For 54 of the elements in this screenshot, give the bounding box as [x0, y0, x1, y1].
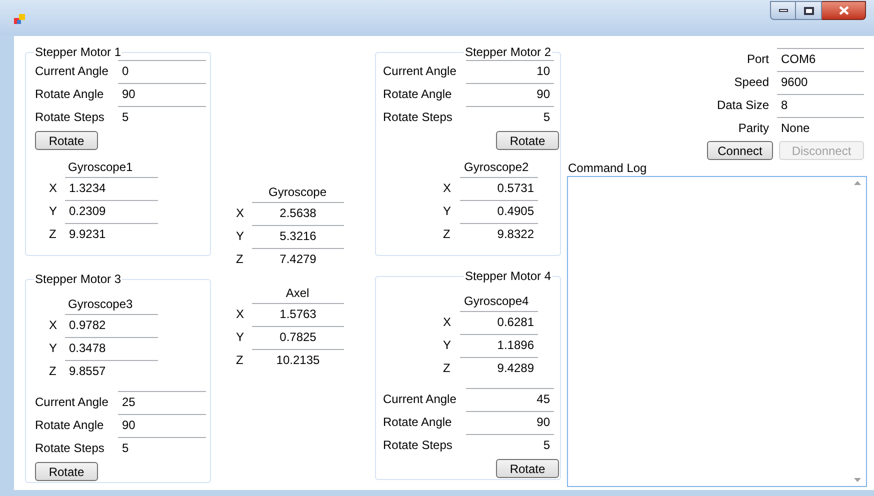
- axis-label: Z: [235, 250, 244, 268]
- command-log-label: Command Log: [567, 161, 648, 176]
- button[interactable]: Rotate: [35, 131, 98, 150]
- scroll-up-icon: [854, 181, 861, 185]
- field-label: Parity: [738, 120, 770, 136]
- gyroscope-title: Gyroscope1: [67, 159, 134, 176]
- field-label: Rotate Steps: [383, 108, 454, 126]
- button[interactable]: Rotate: [496, 131, 559, 150]
- axis-label: X: [235, 204, 246, 222]
- axis-label: X: [48, 180, 58, 196]
- field-label: Rotate Steps: [383, 436, 454, 454]
- axis-label: Y: [48, 340, 58, 356]
- axis-label: Z: [442, 226, 452, 242]
- field-label: Rotate Steps: [35, 440, 106, 456]
- gyroscope-title: Gyroscope4: [463, 293, 530, 310]
- axis-label: X: [235, 306, 246, 322]
- field-label: Data Size: [716, 96, 770, 114]
- field-label: Speed: [734, 74, 770, 90]
- field-label: Rotate Steps: [35, 108, 106, 126]
- close-icon: [838, 6, 848, 15]
- field-label: Rotate Angle: [35, 86, 105, 102]
- sensor-title: Gyroscope: [267, 184, 328, 201]
- button[interactable]: Rotate: [35, 462, 98, 481]
- field-label: Current Angle: [383, 390, 458, 408]
- axis-label: Z: [48, 226, 58, 242]
- command-log-field[interactable]: [567, 176, 867, 487]
- button[interactable]: Connect: [707, 141, 773, 160]
- minimize-button[interactable]: [770, 1, 796, 20]
- gyroscope-title: Gyroscope2: [463, 159, 530, 176]
- axis-label: X: [442, 314, 452, 330]
- field-label: Rotate Angle: [35, 416, 105, 434]
- axis-label: Y: [235, 328, 246, 346]
- gyroscope-title: Gyroscope3: [67, 296, 134, 313]
- axis-label: Y: [442, 202, 452, 220]
- axis-label: Y: [442, 336, 452, 354]
- app-icon: [14, 13, 26, 25]
- button[interactable]: Rotate: [496, 459, 559, 478]
- axis-label: Y: [235, 228, 246, 244]
- axis-label: X: [442, 180, 452, 196]
- axis-label: Y: [48, 202, 58, 220]
- field-label: Port: [746, 50, 770, 68]
- scroll-down-icon: [854, 478, 861, 482]
- axis-label: Z: [235, 352, 244, 368]
- axis-label: X: [48, 316, 58, 334]
- field-label: Current Angle: [35, 62, 110, 80]
- sensor-title: Axel: [284, 285, 310, 302]
- field-label: Current Angle: [383, 62, 458, 80]
- field-label: Rotate Angle: [383, 86, 453, 102]
- field-label: Current Angle: [35, 394, 110, 410]
- maximize-button[interactable]: [796, 1, 822, 20]
- axis-label: Z: [48, 362, 58, 380]
- field-label: Rotate Angle: [383, 414, 453, 430]
- close-button[interactable]: [822, 1, 866, 20]
- axis-label: Z: [442, 360, 452, 376]
